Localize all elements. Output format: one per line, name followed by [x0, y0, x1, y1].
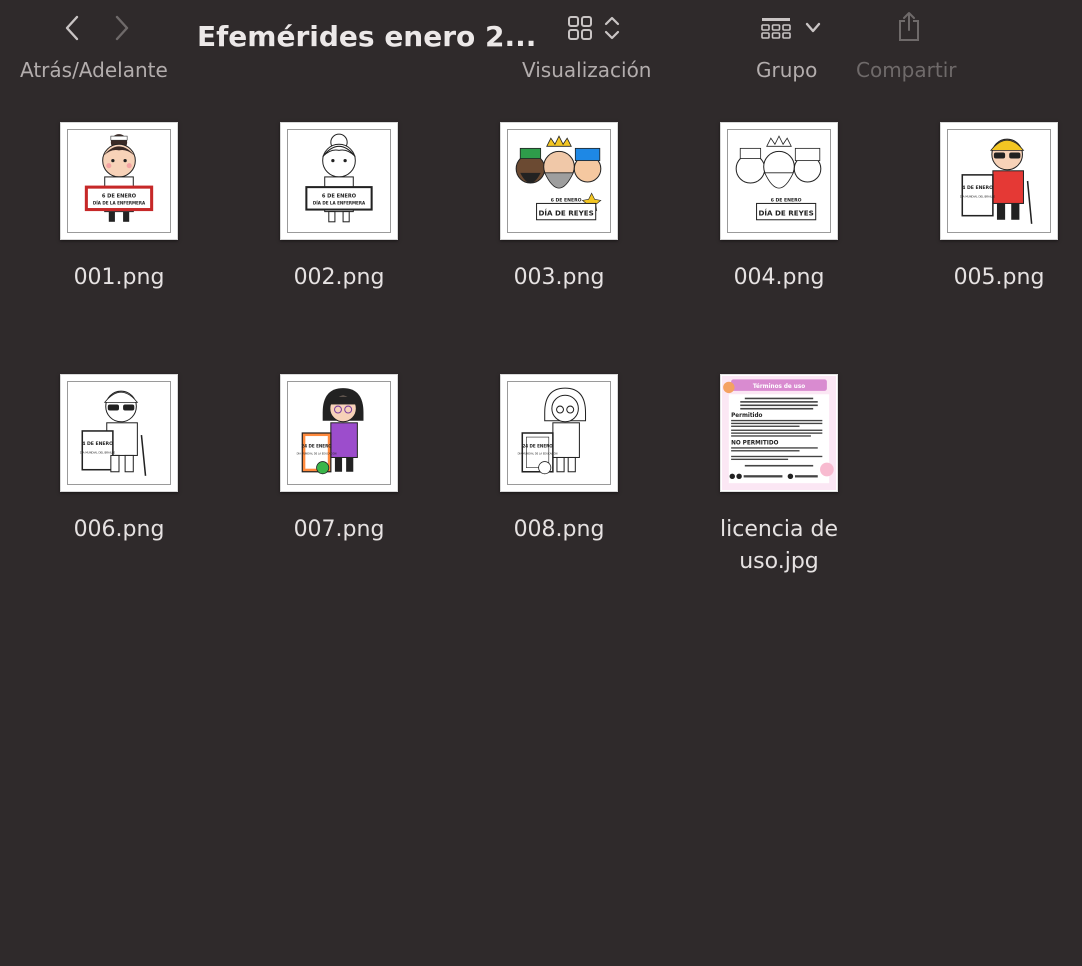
- thumb-sub-text: DÍA MUNDIAL DE LA EDUCACIÓN: [297, 452, 337, 455]
- thumb-banner-text: 4 DE ENERO: [82, 441, 113, 447]
- file-name[interactable]: 004.png: [679, 262, 879, 294]
- file-name-line: uso.jpg: [739, 549, 819, 574]
- file-grid: 6 DE ENERO DÍA DE LA ENFERMERA 001.png 6…: [0, 0, 1082, 966]
- thumb-banner-text: 24 DE ENERO: [522, 443, 553, 448]
- file-item[interactable]: 6 DE ENERO DÍA DE LA ENFERMERA 002.png: [239, 122, 439, 294]
- file-item[interactable]: 24 DE ENERO DÍA MUNDIAL DE LA EDUCACIÓN …: [239, 374, 439, 546]
- thumb-sub-text: DÍA DE LA ENFERMERA: [313, 200, 366, 205]
- thumb-sub-text: Permitido: [731, 413, 762, 419]
- thumb-banner-text: 6 DE ENERO: [322, 193, 357, 199]
- file-thumbnail[interactable]: 6 DE ENERO DÍA DE LA ENFERMERA: [280, 122, 398, 240]
- thumb-sub-text: DÍA DE REYES: [758, 209, 813, 218]
- file-name[interactable]: 001.png: [19, 262, 219, 294]
- file-item[interactable]: 4 DE ENERO DÍA MUNDIAL DEL BRAILLE 005.p…: [899, 122, 1082, 294]
- thumb-sub-text: NO PERMITIDO: [731, 440, 779, 446]
- file-name[interactable]: 002.png: [239, 262, 439, 294]
- thumb-banner-text: 6 DE ENERO: [771, 197, 802, 203]
- file-item[interactable]: DÍA DE REYES 6 DE ENERO 004.png: [679, 122, 879, 294]
- file-item[interactable]: 4 DE ENERO DÍA MUNDIAL DEL BRAILLE 006.p…: [19, 374, 219, 546]
- file-thumbnail[interactable]: 4 DE ENERO DÍA MUNDIAL DEL BRAILLE: [60, 374, 178, 492]
- file-name[interactable]: 006.png: [19, 514, 219, 546]
- file-name-line: licencia de: [720, 517, 838, 542]
- file-thumbnail[interactable]: DÍA DE REYES 6 DE ENERO: [720, 122, 838, 240]
- thumb-sub-text: DÍA DE REYES: [538, 209, 593, 218]
- file-name[interactable]: 008.png: [459, 514, 659, 546]
- file-item[interactable]: Términos de uso Permitido NO PERMITIDO l…: [679, 374, 879, 578]
- file-thumbnail[interactable]: Términos de uso Permitido NO PERMITIDO: [720, 374, 838, 492]
- thumb-banner-text: 24 DE ENERO: [301, 443, 332, 448]
- file-name[interactable]: 003.png: [459, 262, 659, 294]
- thumb-sub-text: DÍA MUNDIAL DE LA EDUCACIÓN: [518, 452, 558, 455]
- file-thumbnail[interactable]: 4 DE ENERO DÍA MUNDIAL DEL BRAILLE: [940, 122, 1058, 240]
- file-item[interactable]: DÍA DE REYES 6 DE ENERO 003.png: [459, 122, 659, 294]
- file-name[interactable]: 005.png: [899, 262, 1082, 294]
- file-item[interactable]: 24 DE ENERO DÍA MUNDIAL DE LA EDUCACIÓN …: [459, 374, 659, 546]
- file-name[interactable]: licencia de uso.jpg: [679, 514, 879, 578]
- file-thumbnail[interactable]: DÍA DE REYES 6 DE ENERO: [500, 122, 618, 240]
- file-name[interactable]: 007.png: [239, 514, 439, 546]
- thumb-banner-text: 6 DE ENERO: [102, 193, 137, 199]
- file-thumbnail[interactable]: 24 DE ENERO DÍA MUNDIAL DE LA EDUCACIÓN: [280, 374, 398, 492]
- file-thumbnail[interactable]: 6 DE ENERO DÍA DE LA ENFERMERA: [60, 122, 178, 240]
- thumb-banner-text: 4 DE ENERO: [962, 185, 993, 191]
- file-item[interactable]: 6 DE ENERO DÍA DE LA ENFERMERA 001.png: [19, 122, 219, 294]
- thumb-banner-text: Términos de uso: [753, 383, 805, 390]
- thumb-sub-text: DÍA DE LA ENFERMERA: [93, 200, 146, 205]
- thumb-banner-text: 6 DE ENERO: [551, 197, 582, 203]
- file-thumbnail[interactable]: 24 DE ENERO DÍA MUNDIAL DE LA EDUCACIÓN: [500, 374, 618, 492]
